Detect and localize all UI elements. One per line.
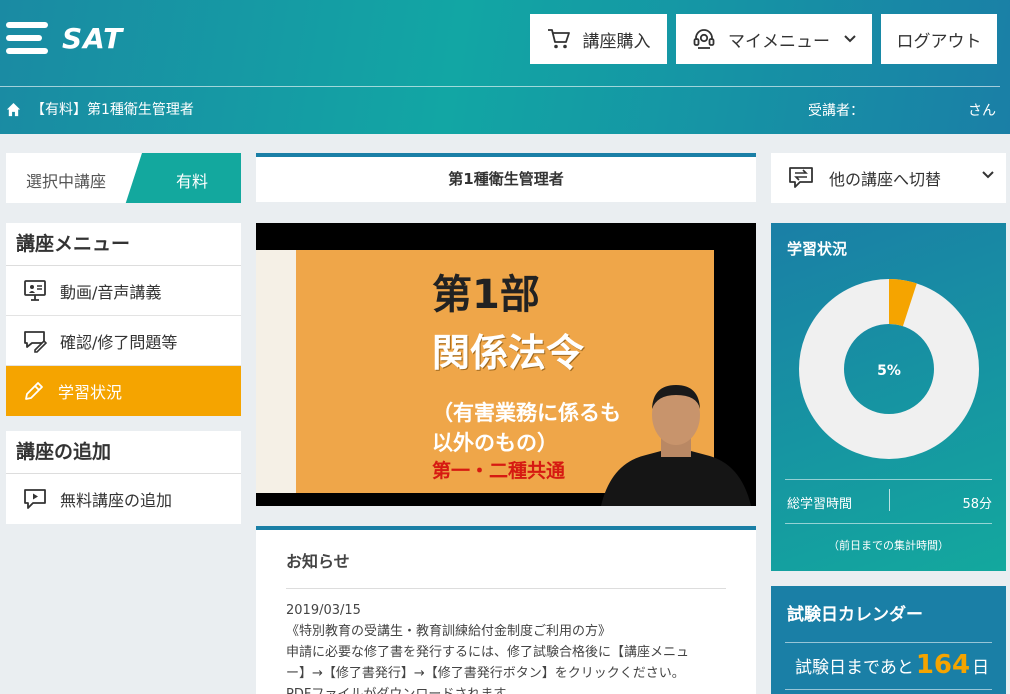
switch-course-dropdown[interactable]: 他の講座へ切替 bbox=[771, 153, 1006, 203]
slide-note: 第一・二種共通 bbox=[432, 460, 566, 482]
total-study-time-value: 58分 bbox=[962, 497, 992, 512]
news-title: お知らせ bbox=[286, 552, 350, 571]
news-line: 申請に必要な修了書を発行するには、修了試験合格後に【講座メニュ bbox=[286, 645, 690, 660]
calendar-divider bbox=[785, 642, 992, 643]
slide-subtitle-line1: （有害業務に係るも bbox=[432, 401, 621, 425]
days-count: 164 bbox=[915, 650, 971, 680]
menu-item-label: 学習状況 bbox=[58, 383, 123, 402]
video-player[interactable]: 第1部 関係法令 （有害業務に係るも 以外のもの） 第一・二種共通 bbox=[256, 223, 756, 506]
menu-item-add-free-course[interactable]: 無料講座の追加 bbox=[6, 474, 241, 524]
news-line: PDFファイルがダウンロードされます。 bbox=[286, 684, 736, 694]
logout-label: ログアウト bbox=[896, 31, 982, 52]
logo-text: SAT bbox=[62, 21, 124, 55]
add-course-title: 講座の追加 bbox=[6, 431, 241, 474]
monitor-lecture-icon bbox=[24, 279, 46, 301]
switch-icon bbox=[789, 167, 813, 188]
days-prefix: 試験日まであと bbox=[795, 658, 914, 678]
news-date: 2019/03/15 bbox=[286, 603, 361, 618]
exam-calendar-card: 試験日カレンダー 試験日まであと 164 日 bbox=[771, 586, 1006, 694]
exam-calendar-title: 試験日カレンダー bbox=[787, 605, 923, 625]
progress-title: 学習状況 bbox=[787, 240, 848, 258]
menu-item-label: 確認/修了問題等 bbox=[60, 332, 178, 352]
slide-subtitle: （有害業務に係るも 以外のもの） bbox=[432, 398, 621, 458]
paid-badge: 有料 bbox=[176, 172, 209, 191]
user-label: 受講者： bbox=[808, 103, 864, 119]
news-line: ー】→【修了書発行】→【修了書発行ボタン】をクリックください。 bbox=[286, 666, 685, 681]
play-comment-icon bbox=[24, 489, 46, 509]
selected-course: 選択中講座 有料 bbox=[6, 153, 241, 203]
breadcrumb-course: 【有料】第1種衛生管理者 bbox=[31, 102, 194, 118]
breadcrumb: 【有料】第1種衛生管理者 bbox=[6, 99, 194, 119]
my-menu-label: マイメニュー bbox=[728, 31, 830, 52]
learning-progress-card: 学習状況 5% 総学習時間 58分 （前日までの集計時間） bbox=[771, 223, 1006, 571]
my-menu-button[interactable]: マイメニュー bbox=[676, 14, 872, 64]
course-menu-panel: 講座メニュー 動画/音声講義 確認/修了問題等 学習状況 bbox=[6, 223, 241, 416]
total-study-time-label: 総学習時間 bbox=[787, 497, 853, 512]
menu-item-learning-status[interactable]: 学習状況 bbox=[6, 366, 241, 416]
home-icon[interactable] bbox=[6, 102, 21, 117]
calendar-divider bbox=[785, 689, 992, 690]
selected-course-label: 選択中講座 bbox=[26, 172, 107, 191]
headset-icon bbox=[693, 29, 715, 49]
user-suffix: さん bbox=[968, 103, 996, 119]
news-line: 《特別教育の受講生・教育訓練給付金制度ご利用の方》 bbox=[286, 624, 612, 639]
logo[interactable]: SAT bbox=[6, 20, 123, 56]
buy-course-label: 講座購入 bbox=[582, 31, 651, 52]
header-divider bbox=[0, 86, 1000, 87]
buy-course-button[interactable]: 講座購入 bbox=[530, 14, 667, 64]
news-divider bbox=[286, 588, 726, 589]
progress-percent: 5% bbox=[877, 363, 901, 379]
pencil-icon bbox=[25, 382, 43, 400]
course-title: 第1種衛生管理者 bbox=[256, 153, 756, 202]
progress-divider bbox=[785, 523, 992, 524]
slide-heading: 関係法令 bbox=[432, 331, 585, 375]
news-body: 2019/03/15 《特別教育の受講生・教育訓練給付金制度ご利用の方》 申請に… bbox=[286, 600, 736, 694]
logout-button[interactable]: ログアウト bbox=[881, 14, 997, 64]
slide-subtitle-line2: 以外のもの） bbox=[432, 431, 558, 455]
menu-item-label: 動画/音声講義 bbox=[60, 282, 162, 302]
progress-divider bbox=[785, 479, 992, 480]
presenter-figure bbox=[601, 385, 751, 506]
days-until-exam: 試験日まであと 164 日 bbox=[795, 650, 989, 680]
course-menu-title: 講座メニュー bbox=[6, 223, 241, 266]
switch-course-label: 他の講座へ切替 bbox=[829, 170, 942, 189]
slide-part: 第1部 bbox=[432, 272, 540, 318]
menu-item-label: 無料講座の追加 bbox=[60, 491, 173, 510]
chevron-down-icon bbox=[982, 171, 994, 179]
menu-item-video-lecture[interactable]: 動画/音声講義 bbox=[6, 266, 241, 316]
days-suffix: 日 bbox=[972, 658, 990, 678]
menu-item-questions[interactable]: 確認/修了問題等 bbox=[6, 316, 241, 366]
chevron-down-icon bbox=[844, 35, 856, 43]
header: SAT 講座購入 マイメニュー ログアウト 【有料】第1種衛生管理者 受講者： … bbox=[0, 0, 1010, 134]
hamburger-menu-icon[interactable] bbox=[6, 20, 48, 56]
cart-icon bbox=[547, 29, 570, 49]
progress-vertical-divider bbox=[889, 489, 890, 511]
news-panel: お知らせ 2019/03/15 《特別教育の受講生・教育訓練給付金制度ご利用の方… bbox=[256, 526, 756, 694]
add-course-panel: 講座の追加 無料講座の追加 bbox=[6, 431, 241, 524]
progress-note: （前日までの集計時間） bbox=[828, 539, 949, 552]
edit-comment-icon bbox=[24, 330, 48, 353]
